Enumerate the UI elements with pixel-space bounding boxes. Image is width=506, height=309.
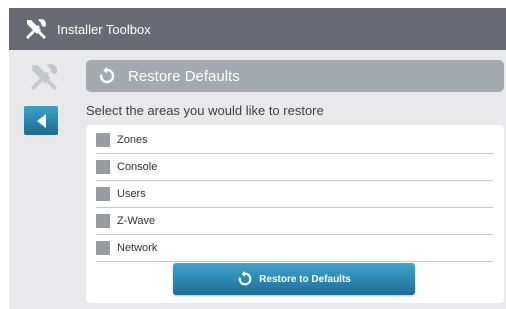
app-title: Installer Toolbox — [57, 21, 151, 37]
checkbox[interactable] — [96, 187, 110, 201]
list-item-zones[interactable]: Zones — [96, 127, 493, 154]
restore-options-panel: Zones Console Users Z-Wave Network Resto… — [86, 125, 504, 303]
checkbox[interactable] — [96, 241, 110, 255]
section-title: Restore Defaults — [128, 67, 240, 85]
main-content: Restore Defaults Select the areas you wo… — [9, 50, 506, 309]
tools-icon — [27, 60, 61, 94]
restore-icon — [98, 67, 116, 85]
list-item-z-wave[interactable]: Z-Wave — [96, 208, 493, 235]
restore-icon — [237, 271, 253, 287]
list-item-console[interactable]: Console — [96, 154, 493, 181]
list-item-label: Zones — [117, 134, 148, 146]
tools-icon — [21, 14, 51, 44]
checkbox[interactable] — [96, 214, 110, 228]
list-item-label: Z-Wave — [117, 215, 156, 227]
list-item-users[interactable]: Users — [96, 181, 493, 208]
instructions-text: Select the areas you would like to resto… — [86, 103, 324, 118]
checkbox[interactable] — [96, 133, 110, 147]
section-header: Restore Defaults — [86, 60, 504, 92]
restore-to-defaults-button[interactable]: Restore to Defaults — [173, 263, 415, 295]
restore-button-label: Restore to Defaults — [259, 273, 351, 285]
back-arrow-icon — [36, 113, 46, 128]
list-item-label: Network — [117, 242, 158, 254]
list-item-label: Users — [117, 188, 146, 200]
restore-options-list: Zones Console Users Z-Wave Network — [96, 127, 493, 262]
left-rail — [9, 50, 84, 309]
app-header: Installer Toolbox — [9, 8, 506, 50]
list-item-network[interactable]: Network — [96, 235, 493, 262]
back-button[interactable] — [24, 106, 58, 135]
checkbox[interactable] — [96, 160, 110, 174]
list-item-label: Console — [117, 161, 158, 173]
